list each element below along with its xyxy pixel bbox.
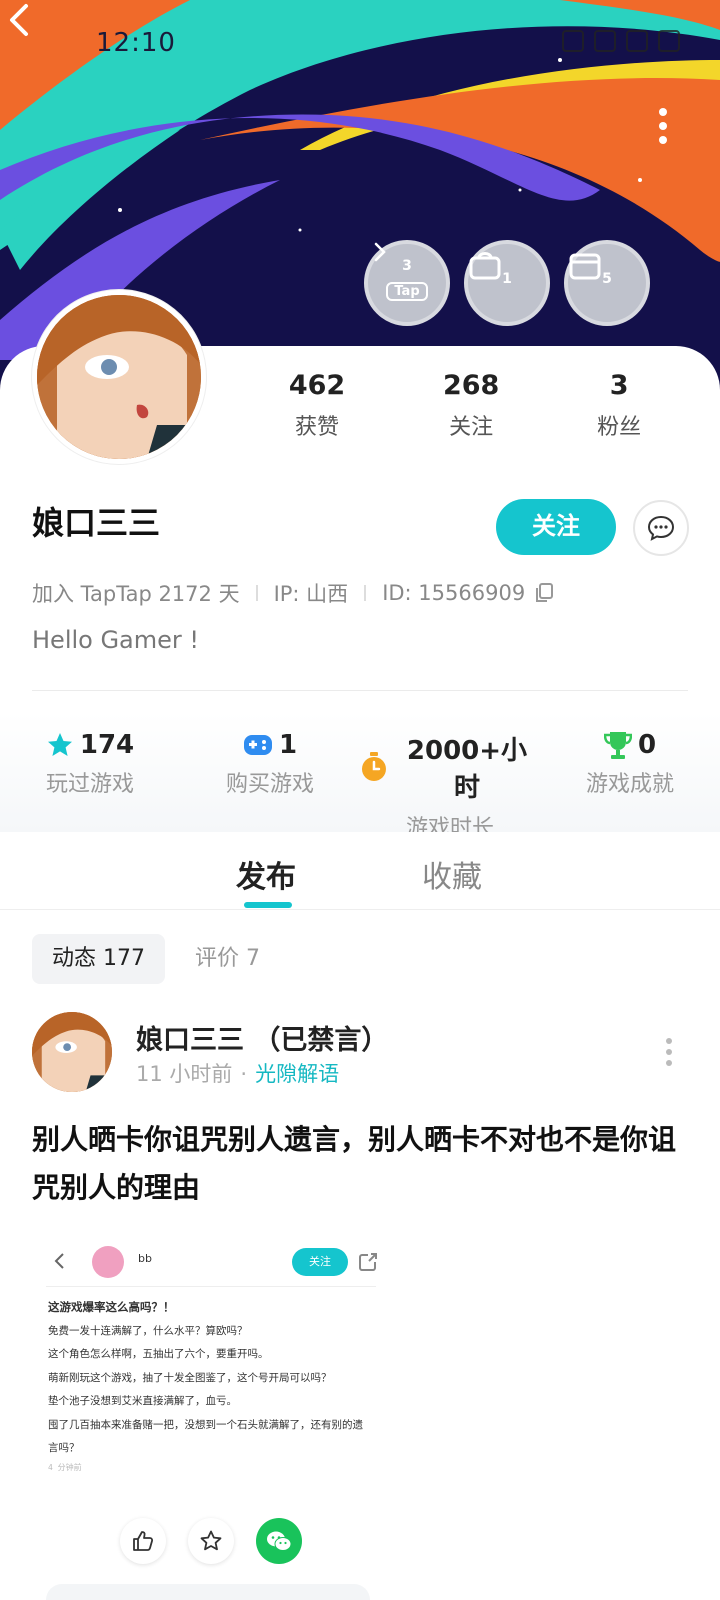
game-stat-value: 174 [79, 730, 135, 760]
ip-location: IP: 山西 [273, 582, 349, 606]
game-stat-value: 2000+小时 [406, 736, 528, 803]
game-stat-label: 购买游戏 [225, 772, 314, 797]
post-category[interactable]: 光隙解语 [255, 1062, 339, 1086]
embed-avatar [92, 1246, 124, 1278]
more-options-icon[interactable] [656, 108, 670, 144]
stat-label: 关注 [449, 415, 494, 440]
stat-likes[interactable]: 462 获赞 [289, 370, 345, 441]
badge-count: 3 [402, 257, 412, 274]
stat-label: 粉丝 [597, 415, 642, 440]
post-meta: 11 小时前 · 光隙解语 [136, 1058, 339, 1088]
star-icon [47, 733, 72, 756]
stat-following[interactable]: 268 关注 [443, 370, 499, 441]
embed-line-4: 垫个池子没想到艾米直接满解了，血亏。 [48, 1395, 237, 1407]
share-icon [359, 1253, 377, 1271]
embed-text: 这游戏爆率这么高吗？！ 免费一发十连满解了，什么水平？算欧吗？ 这个角色怎么样啊… [48, 1296, 368, 1475]
embed-time: 4 分钟前 [48, 1462, 82, 1472]
embed-user-name: bb [138, 1252, 152, 1265]
trophy-icon [603, 732, 632, 759]
post-more-icon[interactable] [666, 1038, 676, 1066]
gamepad-icon [243, 735, 272, 755]
tab-favorites[interactable]: 收藏 [422, 852, 482, 896]
wechat-icon [267, 1531, 292, 1551]
post-actions [120, 1518, 302, 1564]
badge-count: 5 [602, 271, 612, 287]
chevron-right-icon[interactable] [368, 240, 392, 264]
thumbs-up-icon [133, 1531, 154, 1551]
status-icons [562, 30, 680, 52]
message-button[interactable] [633, 500, 689, 556]
embed-follow-button: 关注 [292, 1248, 348, 1276]
post-title[interactable]: 别人晒卡你诅咒别人遗言，别人晒卡不对也不是你诅咒别人的理由 [32, 1116, 688, 1212]
embed-line-1: 免费一发十连满解了，什么水平？算欧吗？ [48, 1324, 248, 1337]
joined-days: 加入 TapTap 2172 天 [32, 582, 240, 606]
badge-count: 1 [502, 271, 512, 287]
bio: Hello Gamer ! [32, 626, 200, 654]
game-stat-label: 游戏成就 [585, 772, 674, 797]
subtab-moments[interactable]: 动态 177 [32, 934, 165, 984]
embed-line-3: 萌新刚玩这个游戏，抽了十发全图鉴了，这个号开局可以吗？ [48, 1371, 332, 1384]
back-arrow-icon[interactable] [0, 0, 40, 40]
stat-label: 获赞 [295, 415, 340, 440]
chat-bubble-icon [647, 515, 675, 541]
embed-heading: 这游戏爆率这么高吗？！ [48, 1300, 175, 1314]
post-author-avatar[interactable] [32, 1012, 112, 1092]
divider [255, 585, 258, 601]
section-divider [32, 690, 688, 691]
next-item-peek [46, 1584, 370, 1600]
calendar-icon [569, 253, 601, 280]
subtab-reviews[interactable]: 评价 7 [175, 934, 280, 984]
user-id: ID: 15566909 [382, 581, 526, 605]
badge-label: Tap [386, 281, 428, 301]
profile-page: 12:10 3 Tap 1 5 462 获赞 268 关注 3 粉丝 娘口三三 … [0, 0, 720, 1600]
avatar-image [32, 1012, 112, 1092]
wechat-share-button[interactable] [256, 1518, 302, 1564]
timer-icon [361, 752, 386, 781]
stat-value: 462 [288, 370, 346, 401]
avatar-image [37, 295, 201, 459]
shopping-bag-icon [469, 252, 501, 280]
divider [364, 585, 367, 601]
post-time: 11 小时前 [136, 1062, 233, 1086]
post-author-name[interactable]: 娘口三三 （已禁言） [136, 1018, 388, 1057]
like-button[interactable] [120, 1518, 166, 1564]
favorite-button[interactable] [188, 1518, 234, 1564]
game-stats: 174 玩过游戏 1 购买游戏 2000+小时 游戏时长 0 游戏成就 [0, 712, 720, 841]
badges-row[interactable]: 3 Tap 1 5 [364, 240, 650, 326]
game-stat-value: 1 [278, 730, 298, 760]
embed-line-5: 囤了几百抽本来准备赌一把，没想到一个石头就满解了，还有别的遗言吗？ [48, 1418, 363, 1455]
embed-line-2: 这个角色怎么样啊，五抽出了六个，要重开吗。 [48, 1348, 269, 1360]
avatar[interactable] [32, 290, 206, 464]
tab-indicator [244, 902, 292, 908]
meta-separator: · [240, 1062, 248, 1086]
embed-header: bb 关注 [46, 1240, 377, 1284]
star-outline-icon [200, 1530, 222, 1551]
subtabs: 动态 177 评价 7 [32, 934, 280, 984]
tab-publish[interactable]: 发布 [236, 852, 296, 896]
embed-divider [46, 1286, 376, 1287]
username: 娘口三三 [32, 504, 161, 542]
follow-button[interactable]: 关注 [496, 499, 616, 555]
profile-stats: 462 获赞 268 关注 3 粉丝 [240, 370, 690, 441]
post-image[interactable]: bb 关注 这游戏爆率这么高吗？！ 免费一发十连满解了，什么水平？算欧吗？ 这个… [32, 1232, 377, 1502]
status-time: 12:10 [96, 28, 176, 58]
copy-icon[interactable] [535, 583, 554, 603]
back-arrow-icon [54, 1253, 64, 1269]
game-stat-playtime[interactable]: 2000+小时 游戏时长 [360, 712, 540, 841]
game-stat-achievements[interactable]: 0 游戏成就 [540, 712, 720, 832]
content-tabs: 发布 收藏 [0, 832, 720, 910]
stat-value: 3 [609, 370, 629, 401]
game-stat-purchased[interactable]: 1 购买游戏 [180, 712, 360, 832]
game-stat-value: 0 [637, 730, 657, 760]
game-stat-label: 玩过游戏 [45, 772, 134, 797]
badge-purchase[interactable]: 1 [464, 240, 550, 326]
stat-fans[interactable]: 3 粉丝 [597, 370, 641, 441]
profile-info-row: 加入 TapTap 2172 天 IP: 山西 ID: 15566909 [32, 578, 554, 608]
badge-calendar[interactable]: 5 [564, 240, 650, 326]
game-stat-played[interactable]: 174 玩过游戏 [0, 712, 180, 832]
stat-value: 268 [442, 370, 500, 401]
